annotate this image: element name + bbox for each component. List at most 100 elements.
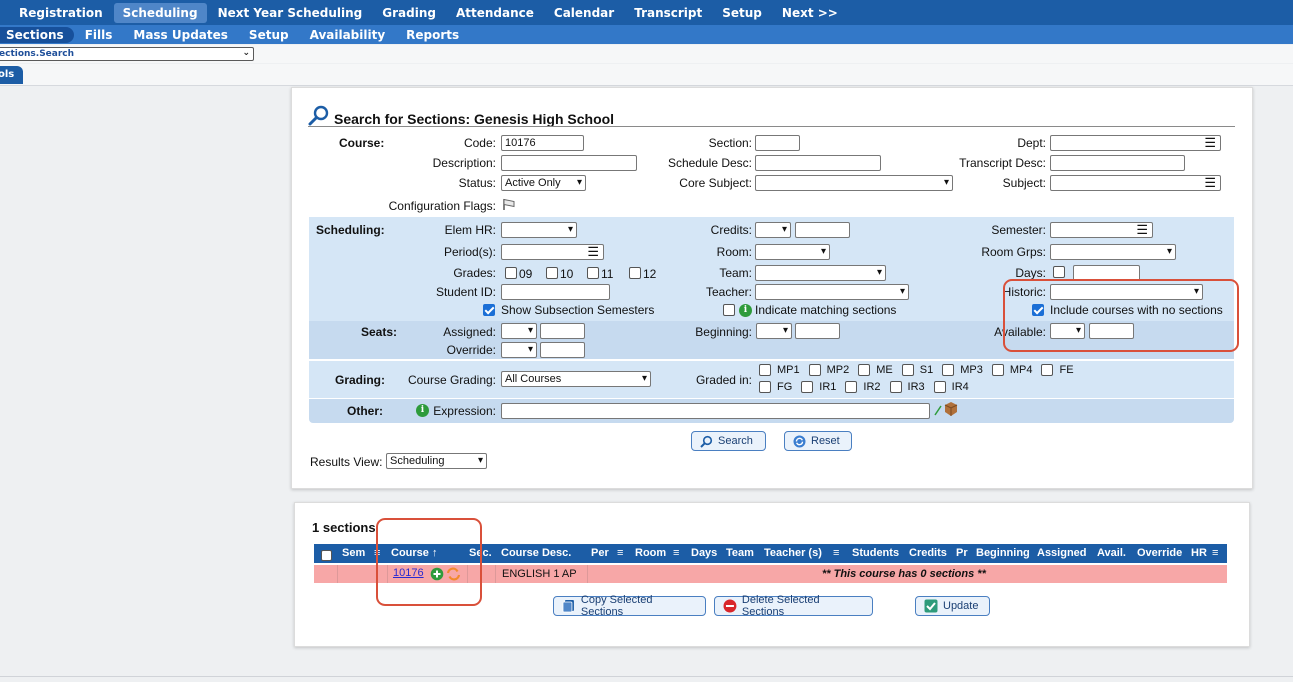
page-select[interactable]: ections.Search ⌄ [0, 47, 254, 61]
dept-field[interactable]: ☰ [1050, 135, 1221, 151]
semester-field[interactable]: ☰ [1050, 222, 1153, 238]
indicate-matching-checkbox[interactable] [723, 304, 735, 316]
checkbox[interactable] [901, 364, 914, 376]
core-subject-select[interactable]: ▾ [755, 175, 953, 191]
info-icon[interactable]: i [416, 404, 429, 417]
assigned-field[interactable] [540, 323, 585, 339]
copy-selected-button[interactable]: Copy Selected Sections [553, 594, 706, 618]
override-operator-select[interactable]: ▾ [501, 342, 537, 358]
graded-fg-option[interactable]: FG [759, 381, 792, 393]
checkbox[interactable] [845, 381, 858, 393]
info-icon[interactable]: i [739, 304, 752, 317]
col-hr[interactable]: HR [1191, 547, 1207, 559]
col-course-desc[interactable]: Course Desc. [501, 547, 571, 559]
nav-calendar[interactable]: Calendar [545, 3, 623, 23]
col-sem[interactable]: Sem [342, 547, 365, 559]
subnav-sections[interactable]: Sections [0, 26, 74, 43]
col-students[interactable]: Students [852, 547, 899, 559]
list-menu-icon[interactable]: ☰ [1204, 136, 1216, 149]
subnav-reports[interactable]: Reports [396, 27, 469, 43]
tools-tab[interactable]: ols [0, 66, 23, 84]
checkbox[interactable] [889, 381, 902, 393]
col-room[interactable]: Room [635, 547, 666, 559]
reset-button[interactable]: Reset [784, 431, 852, 451]
list-menu-icon[interactable]: ☰ [587, 245, 599, 258]
teacher-select[interactable]: ▾ [755, 284, 909, 300]
graded-ir3-option[interactable]: IR3 [889, 381, 925, 393]
credits-field[interactable] [795, 222, 850, 238]
nav-scheduling[interactable]: Scheduling [113, 2, 207, 23]
col-days[interactable]: Days [691, 547, 717, 559]
subnav-setup[interactable]: Setup [239, 27, 299, 43]
grade-12-checkbox[interactable] [629, 267, 641, 279]
col-credits[interactable]: Credits [909, 547, 947, 559]
grade-10-checkbox[interactable] [546, 267, 558, 279]
nav-next[interactable]: Next >> [773, 3, 847, 23]
subnav-availability[interactable]: Availability [300, 27, 396, 43]
transcript-desc-field[interactable] [1050, 155, 1185, 171]
results-view-select[interactable]: Scheduling ▾ [386, 453, 487, 469]
nav-transcript[interactable]: Transcript [625, 3, 711, 23]
graded-ir2-option[interactable]: IR2 [845, 381, 881, 393]
show-subsection-checkbox[interactable] [483, 304, 495, 316]
graded-mp2-option[interactable]: MP2 [808, 364, 849, 376]
assigned-operator-select[interactable]: ▾ [501, 323, 537, 339]
subject-field[interactable]: ☰ [1050, 175, 1221, 191]
flag-icon[interactable] [502, 198, 516, 211]
student-id-field[interactable] [501, 284, 610, 300]
graded-s1-option[interactable]: S1 [901, 364, 933, 376]
checkbox[interactable] [808, 364, 821, 376]
periods-field[interactable]: ☰ [501, 244, 604, 260]
team-select[interactable]: ▾ [755, 265, 886, 281]
menu-icon[interactable]: ≡ [673, 547, 679, 559]
col-pr[interactable]: Pr [956, 547, 968, 559]
checkbox[interactable] [801, 381, 814, 393]
checkbox[interactable] [759, 381, 771, 393]
delete-selected-button[interactable]: Delete Selected Sections [714, 594, 873, 618]
graded-me-option[interactable]: ME [858, 364, 893, 376]
checkbox[interactable] [991, 364, 1004, 376]
menu-icon[interactable]: ≡ [1212, 547, 1218, 559]
subnav-fills[interactable]: Fills [75, 27, 123, 43]
col-assigned[interactable]: Assigned [1037, 547, 1087, 559]
code-field[interactable]: 10176 [501, 135, 584, 151]
nav-next-year-scheduling[interactable]: Next Year Scheduling [209, 3, 372, 23]
col-override[interactable]: Override [1137, 547, 1182, 559]
search-button[interactable]: Search [691, 431, 766, 451]
graded-ir1-option[interactable]: IR1 [801, 381, 836, 393]
subnav-mass-updates[interactable]: Mass Updates [123, 27, 238, 43]
checkbox[interactable] [942, 364, 955, 376]
graded-mp4-option[interactable]: MP4 [991, 364, 1032, 376]
grade-11-checkbox[interactable] [587, 267, 599, 279]
menu-icon[interactable]: ≡ [833, 547, 839, 559]
description-field[interactable] [501, 155, 637, 171]
graded-fe-option[interactable]: FE [1041, 364, 1074, 376]
checkbox[interactable] [933, 381, 946, 393]
room-grps-select[interactable]: ▾ [1050, 244, 1176, 260]
grade-09-checkbox[interactable] [505, 267, 517, 279]
schedule-desc-field[interactable] [755, 155, 881, 171]
credits-operator-select[interactable]: ▾ [755, 222, 791, 238]
checkbox[interactable] [858, 364, 871, 376]
room-select[interactable]: ▾ [755, 244, 830, 260]
col-avail[interactable]: Avail. [1097, 547, 1126, 559]
override-field[interactable] [540, 342, 585, 358]
menu-icon[interactable]: ≡ [617, 547, 623, 559]
beginning-field[interactable] [795, 323, 840, 339]
expression-builder-icon[interactable] [934, 401, 960, 417]
list-menu-icon[interactable]: ☰ [1204, 176, 1216, 189]
expression-field[interactable] [501, 403, 930, 419]
section-field[interactable] [755, 135, 800, 151]
list-menu-icon[interactable]: ☰ [1136, 223, 1148, 236]
graded-mp1-option[interactable]: MP1 [759, 364, 800, 376]
col-teacher[interactable]: Teacher (s) [764, 547, 822, 559]
course-grading-select[interactable]: All Courses ▾ [501, 371, 651, 387]
nav-attendance[interactable]: Attendance [447, 3, 543, 23]
days-checkbox[interactable] [1053, 266, 1065, 278]
beginning-operator-select[interactable]: ▾ [756, 323, 792, 339]
col-per[interactable]: Per [591, 547, 609, 559]
graded-mp3-option[interactable]: MP3 [942, 364, 983, 376]
nav-setup[interactable]: Setup [713, 3, 771, 23]
elem-hr-select[interactable]: ▾ [501, 222, 577, 238]
checkbox[interactable] [1041, 364, 1054, 376]
